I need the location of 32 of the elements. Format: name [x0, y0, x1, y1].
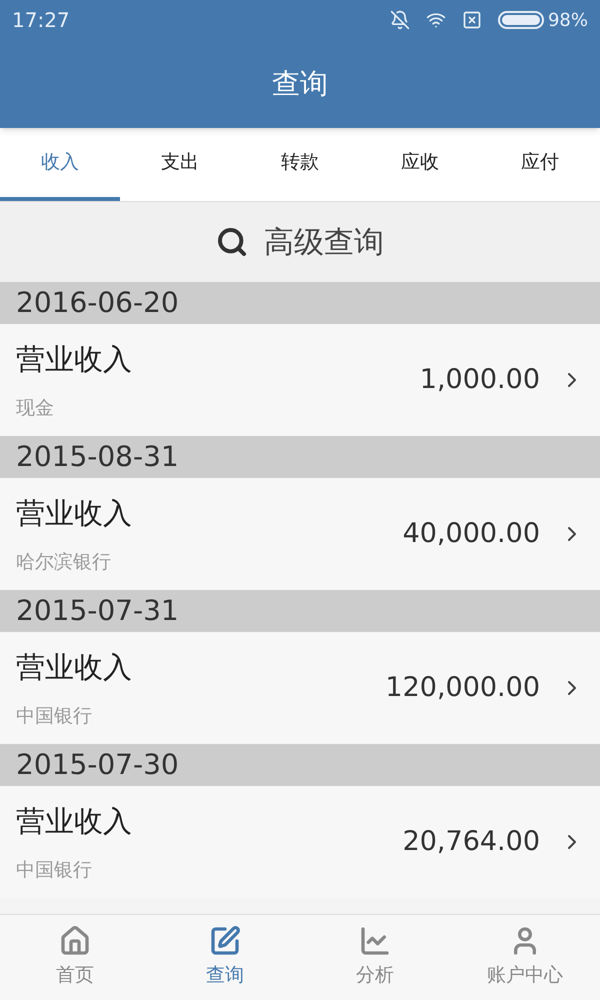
advanced-search-button[interactable]: 高级查询 [0, 202, 600, 282]
tab[interactable]: 应付 [480, 128, 600, 201]
amount: 20,764.00 [402, 824, 540, 859]
account-name: 中国银行 [16, 858, 93, 882]
transaction-title: 营业收入 [16, 495, 133, 532]
transaction-title: 营业收入 [16, 341, 133, 378]
battery-icon [498, 11, 544, 29]
tab[interactable]: 转款 [240, 128, 360, 201]
date-header: 2016-06-20 [0, 282, 600, 324]
query-icon [209, 925, 241, 958]
transaction-title: 营业收入 [16, 803, 133, 840]
analysis-icon [359, 925, 391, 958]
amount: 1,000.00 [420, 362, 540, 397]
home-icon [59, 925, 91, 958]
page-title: 查询 [272, 66, 328, 102]
nav-tab[interactable]: 查询 [150, 915, 300, 1000]
sim-icon [462, 10, 482, 30]
date-header: 2015-07-31 [0, 590, 600, 632]
account-name: 中国银行 [16, 704, 93, 728]
bell-off-icon [390, 10, 410, 30]
account-name: 哈尔滨银行 [16, 550, 112, 574]
amount: 40,000.00 [402, 516, 540, 551]
status-time: 17:27 [12, 7, 70, 34]
date-header: 2015-07-30 [0, 744, 600, 786]
tab[interactable]: 应收 [360, 128, 480, 201]
tab[interactable]: 支出 [120, 128, 240, 201]
amount: 120,000.00 [385, 670, 540, 705]
transaction-title: 营业收入 [16, 649, 133, 686]
account-name: 现金 [16, 396, 55, 420]
battery-percent: 98% [548, 8, 588, 32]
date-header: 2015-08-31 [0, 436, 600, 478]
search-icon [216, 226, 248, 258]
